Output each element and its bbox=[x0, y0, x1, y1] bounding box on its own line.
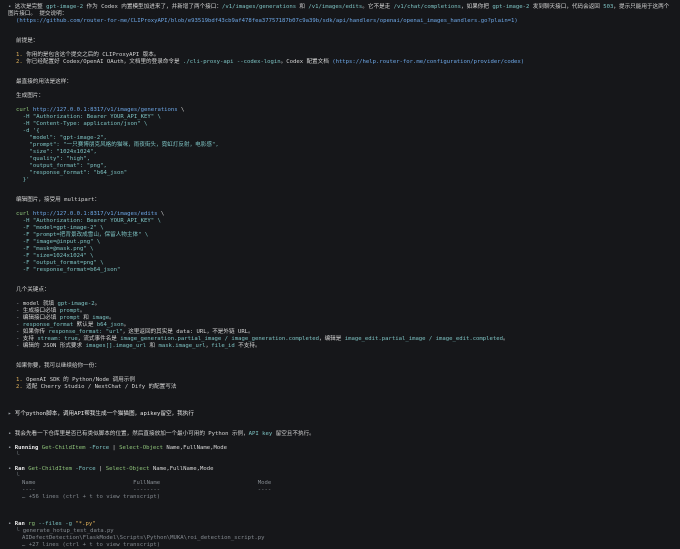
tool-output-line: AIDefectDetection\FlaskModel\Scripts\Pyt… bbox=[22, 535, 265, 541]
commit-link[interactable]: (https://github.com/router-for-me/CLIPro… bbox=[16, 18, 518, 24]
codex-doc-link[interactable]: (https://help.router-for.me/configuratio… bbox=[332, 59, 524, 65]
list-item: - 编辑接口必填 prompt 和 image。 bbox=[16, 315, 115, 321]
list-item: - 如果你传 response_format: "url"，这里返回的其实是 d… bbox=[16, 329, 254, 335]
code-line: -F "response_format=b64_json" bbox=[16, 267, 121, 273]
code-line: -d '{ bbox=[16, 128, 40, 134]
list-item: 2. 你已经配置好 Codex/OpenAI OAuth，文档里的登录命令是 .… bbox=[16, 59, 525, 65]
intro-text: ，如果你把 bbox=[461, 4, 493, 10]
assistant-reply: • 我会先看一下仓库里是否已有类似脚本的位置，然后直接放加一个最小可用的 Pyt… bbox=[8, 431, 315, 437]
edit-title: 编辑图片，接受用 multipart： bbox=[16, 197, 101, 203]
list-item: - 编辑的 JSON 形式要求 images[].image_url 和 mas… bbox=[16, 343, 261, 349]
list-item: 1. 你用的是包含这个提交之后的 CLIProxyAPI 版本。 bbox=[16, 52, 160, 58]
code-line: }' bbox=[16, 177, 30, 183]
code-line: -F "size=1024x1024" \ bbox=[16, 253, 94, 259]
tool-running[interactable]: • Running Get-ChildItem -Force | Select-… bbox=[8, 445, 672, 452]
code-url[interactable]: http://127.0.0.1:8317/v1/images/generati… bbox=[33, 107, 178, 113]
intro-text: 这次是完整 bbox=[14, 4, 47, 10]
inline-code: ./cli-proxy-api --codex-login bbox=[182, 59, 281, 65]
list-item: 2. 适配 Cherry Studio / NextChat / Dify 的配… bbox=[16, 384, 177, 390]
inline-code: 503 bbox=[603, 4, 614, 10]
expand-transcript[interactable]: … +27 lines (ctrl + t to view transcript… bbox=[8, 542, 672, 549]
intro-text: 作为 Codex 内置模型加进来了，并新增了两个接口： bbox=[83, 4, 222, 10]
keypoints-title: 几个关键点： bbox=[16, 287, 50, 293]
gen-title: 生成图片： bbox=[16, 93, 44, 99]
code-line: "prompt": "一只赛博朋克风格的猫咪，雨夜街头，霓虹灯反射，电影感", bbox=[16, 142, 219, 148]
code-line: -F "image=@input.png" \ bbox=[16, 239, 101, 245]
intro-text: 和 bbox=[296, 4, 309, 10]
transcript: • 这次是完整 gpt-image-2 作为 Codex 内置模型加进来了，并新… bbox=[0, 0, 680, 549]
tool-ran[interactable]: • Ran Get-ChildItem -Force | Select-Obje… bbox=[8, 466, 672, 473]
table-header: Name FullName Mode bbox=[22, 480, 272, 486]
inline-code: /v1/chat/completions bbox=[393, 4, 461, 10]
inline-code: /v1/images/generations bbox=[221, 4, 297, 10]
section-title: 最直接的用法是这样： bbox=[16, 79, 72, 85]
code-line: curl http://127.0.0.1:8317/v1/images/edi… bbox=[16, 211, 165, 217]
tool-output: └ generate_hotup_test_data.py bbox=[16, 528, 114, 534]
code-line: curl http://127.0.0.1:8317/v1/images/gen… bbox=[16, 107, 185, 113]
edit-code-block: curl http://127.0.0.1:8317/v1/images/edi… bbox=[8, 211, 672, 274]
list-item: 1. OpenAI SDK 的 Python/Node 调用示例 bbox=[16, 377, 135, 383]
code-line: -H "Content-Type: application/json" \ bbox=[16, 121, 148, 127]
code-line: "model": "gpt-image-2", bbox=[16, 135, 107, 141]
followup-title: 如果你要，我可以继续给你一份： bbox=[16, 363, 100, 369]
code-line: -H "Authorization: Bearer YOUR_API_KEY" … bbox=[16, 218, 161, 224]
code-line: -F "mask=@mask.png" \ bbox=[16, 246, 94, 252]
list-item: - response_format 默认是 b64_json。 bbox=[16, 322, 130, 328]
code-url[interactable]: http://127.0.0.1:8317/v1/images/edits bbox=[33, 211, 158, 217]
code-line: "size": "1024x1024", bbox=[16, 149, 97, 155]
inline-code: gpt-image-2 bbox=[46, 4, 84, 10]
gen-code-block: curl http://127.0.0.1:8317/v1/images/gen… bbox=[8, 107, 672, 184]
intro-text: 。它不是走 bbox=[362, 4, 394, 10]
code-line: "quality": "high", bbox=[16, 156, 91, 162]
bullet: • bbox=[8, 4, 12, 10]
inline-code: gpt-image-2 bbox=[492, 4, 530, 10]
list-item: - 生成接口必填 prompt。 bbox=[16, 308, 86, 314]
tool-output: └ bbox=[16, 473, 20, 479]
intro-text: 发到聊天接口，代码会返回 bbox=[529, 4, 604, 10]
list-item: - model 就填 gpt-image-2。 bbox=[16, 301, 101, 307]
code-line: -F "prompt=把背景改成雪山，保留人物主体" \ bbox=[16, 232, 149, 238]
code-line: "output_format": "png", bbox=[16, 163, 107, 169]
code-line: -H "Authorization: Bearer YOUR_API_KEY" … bbox=[16, 114, 161, 120]
inline-code: /v1/images/edits bbox=[308, 4, 363, 10]
intro-paragraph: • 这次是完整 gpt-image-2 作为 Codex 内置模型加进来了，并新… bbox=[8, 4, 672, 18]
tool-ran[interactable]: • Ran rg --files -g "*.py" bbox=[8, 521, 672, 528]
code-line: "response_format": "b64_json" bbox=[16, 170, 128, 176]
list-item: - 支持 stream: true，流式事件名是 image_generatio… bbox=[16, 336, 509, 342]
code-line: -F "model=gpt-image-2" \ bbox=[16, 225, 104, 231]
user-message: ▸ 写个python脚本，调用API帮我生成一个猫猫图，apikey留空，我执行 bbox=[8, 411, 194, 417]
prereq-title: 前提是： bbox=[16, 38, 39, 44]
code-line: -F "output_format=png" \ bbox=[16, 260, 104, 266]
